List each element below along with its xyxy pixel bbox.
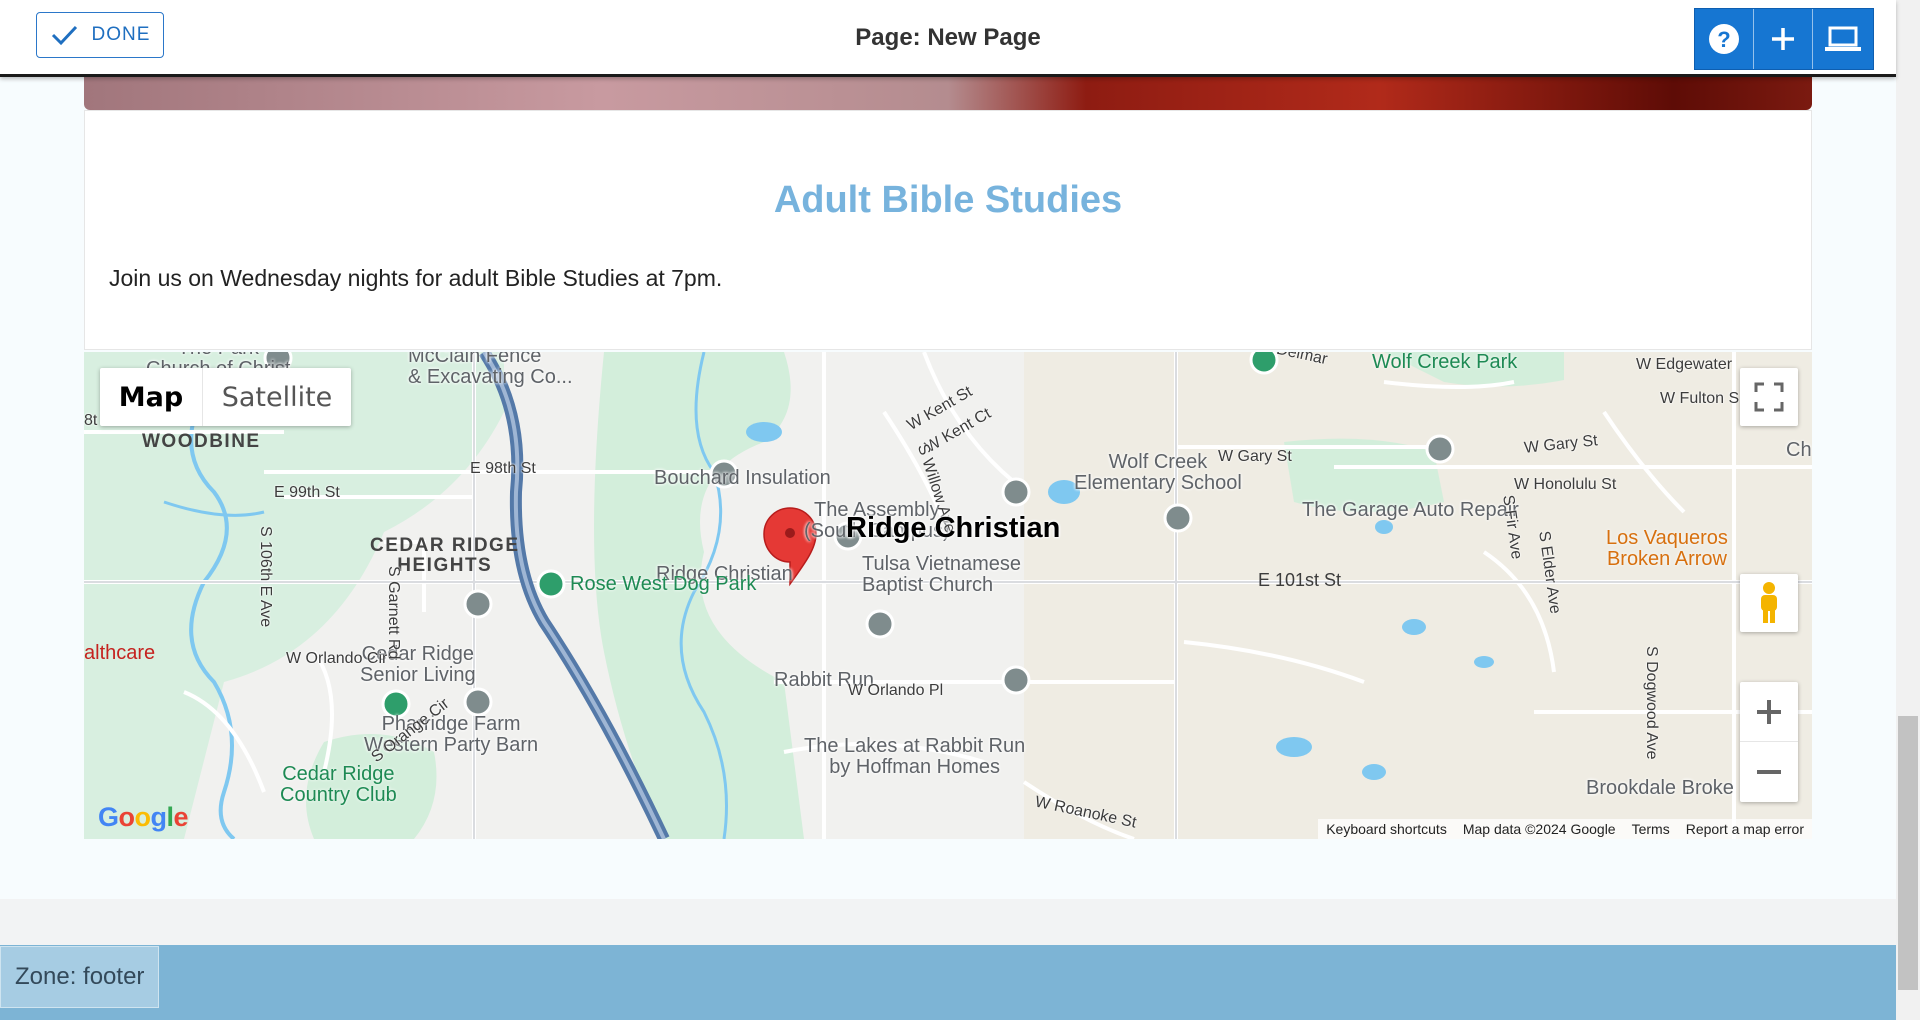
map-attribution: Keyboard shortcuts Map data ©2024 Google…	[1318, 819, 1812, 839]
terms-link[interactable]: Terms	[1632, 821, 1670, 837]
minus-icon	[1757, 770, 1781, 774]
street-s-106th: S 106th E Ave	[257, 526, 274, 628]
street-view-pegman[interactable]	[1740, 574, 1798, 632]
street-s-garnett: S Garnett Rd	[385, 566, 402, 660]
poi-lakes-rabbit-run[interactable]: The Lakes at Rabbit Run by Hoffman Homes	[804, 736, 1025, 778]
street-s-dogwood: S Dogwood Ave	[1643, 646, 1660, 760]
restaurant-los-vaqueros[interactable]: Los Vaqueros Broken Arrow	[1606, 528, 1728, 570]
keyboard-shortcuts-link[interactable]: Keyboard shortcuts	[1326, 821, 1447, 837]
poi-bouchard-insulation[interactable]: Bouchard Insulation	[654, 468, 831, 489]
zoom-in-button[interactable]	[1740, 682, 1798, 742]
pegman-icon	[1761, 582, 1777, 623]
help-button[interactable]: ?	[1695, 9, 1754, 69]
poi-ch-right[interactable]: Ch	[1786, 440, 1812, 461]
poi-mcclain-fence[interactable]: McClain Fence & Excavating Co...	[408, 352, 573, 388]
zoom-out-button[interactable]	[1740, 742, 1798, 802]
section-title: Adult Bible Studies	[773, 179, 1123, 221]
poi-healthcare[interactable]: althcare	[84, 642, 155, 665]
street-w-honolulu: W Honolulu St	[1514, 476, 1617, 493]
marker-label[interactable]: Ridge Christian	[846, 512, 1060, 545]
page-divider-band	[0, 899, 1896, 945]
device-preview-button[interactable]	[1813, 9, 1873, 69]
page-scrollbar[interactable]	[1896, 0, 1920, 1020]
map-type-satellite-button[interactable]: Satellite	[203, 368, 351, 426]
street-w-orlando-pl: W Orlando Pl	[848, 682, 944, 699]
plus-icon	[1772, 28, 1794, 50]
zone-label-footer[interactable]: Zone: footer	[0, 946, 160, 1008]
map-data-text: Map data ©2024 Google	[1462, 821, 1616, 837]
checkmark-icon	[51, 25, 77, 46]
street-e-101st: E 101st St	[1258, 570, 1342, 590]
section-text: Join us on Wednesday nights for adult Bi…	[109, 265, 723, 291]
poi-8t: 8t	[84, 412, 98, 429]
poi-tulsa-vietnamese[interactable]: Tulsa Vietnamese Baptist Church	[862, 554, 1021, 596]
google-map[interactable]: Bouchard Insulation The Assembly (South …	[84, 352, 1812, 839]
zoom-control	[1740, 682, 1798, 802]
street-w-fulton: W Fulton S	[1660, 390, 1740, 407]
poi-garage-auto-repair[interactable]: The Garage Auto Repair	[1302, 500, 1519, 521]
done-label: DONE	[91, 24, 151, 45]
page-title: Page: New Page	[855, 24, 1041, 51]
poi-brookdale[interactable]: Brookdale Broke	[1586, 778, 1734, 799]
footer-zone	[0, 945, 1896, 1020]
area-woodbine: WOODBINE	[142, 431, 261, 452]
map-type-control: Map Satellite	[100, 368, 351, 426]
park-cedar-ridge-country[interactable]: Cedar Ridge Country Club	[280, 764, 397, 806]
poi-wolf-creek-school[interactable]: Wolf Creek Elementary School	[1074, 452, 1242, 494]
google-logo[interactable]: Google	[98, 802, 189, 833]
report-map-error-link[interactable]: Report a map error	[1686, 821, 1804, 837]
park-wolf-creek[interactable]: Wolf Creek Park	[1372, 352, 1517, 373]
fullscreen-icon	[1754, 382, 1784, 412]
street-e98: E 98th St	[470, 460, 536, 477]
street-w-edgewater: W Edgewater	[1636, 356, 1733, 373]
hero-image	[84, 74, 1812, 110]
map-type-map-button[interactable]: Map	[100, 368, 203, 426]
laptop-icon	[1825, 26, 1861, 51]
editor-toolbar: DONE Page: New Page ?	[0, 0, 1896, 77]
plus-icon	[1757, 699, 1781, 724]
street-e99: E 99th St	[274, 484, 340, 501]
park-rose-west[interactable]: Rose West Dog Park	[570, 574, 756, 595]
street-w-gary: W Gary St	[1218, 448, 1292, 465]
fullscreen-button[interactable]	[1740, 368, 1798, 426]
toolbar-actions: ?	[1694, 8, 1874, 70]
svg-text:?: ?	[1717, 27, 1730, 52]
done-button[interactable]: DONE	[36, 12, 164, 58]
add-button[interactable]	[1754, 9, 1813, 69]
scrollbar-thumb[interactable]	[1898, 716, 1918, 990]
help-icon: ?	[1709, 24, 1739, 54]
content-card: Adult Bible Studies Join us on Wednesday…	[84, 110, 1812, 350]
street-w-orlando-cir: W Orlando Cir	[286, 650, 388, 667]
